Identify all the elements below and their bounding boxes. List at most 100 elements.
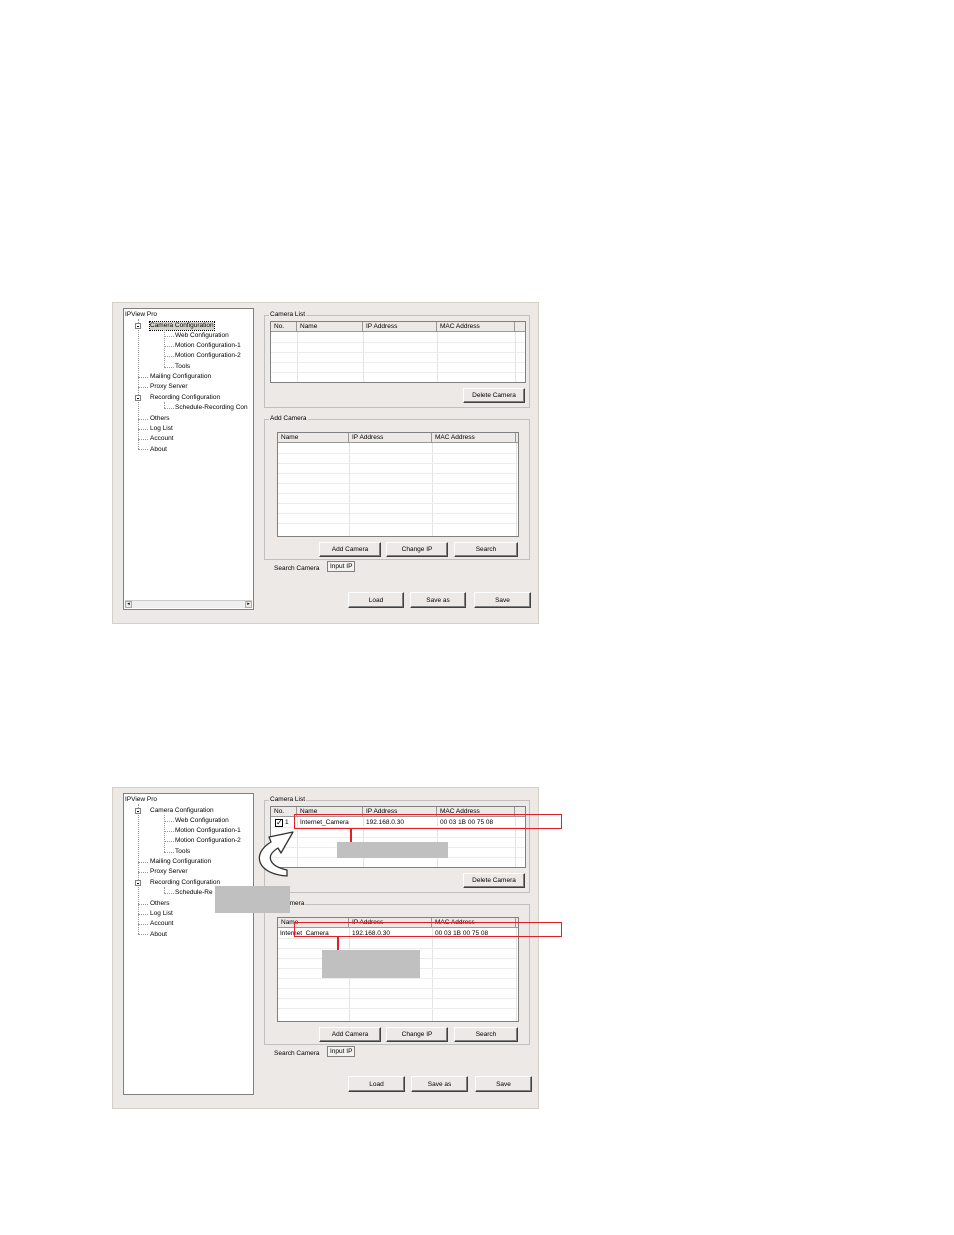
- tree-line: [138, 872, 148, 873]
- row-divider: [278, 948, 518, 949]
- tree-item-motion-configuration-2[interactable]: Motion Configuration-2: [175, 352, 241, 360]
- row-divider: [278, 978, 518, 979]
- column-header-name[interactable]: Name: [278, 433, 349, 443]
- collapse-icon[interactable]: [135, 808, 141, 814]
- row-divider: [278, 1008, 518, 1009]
- config-tree[interactable]: IPView Pro Camera Configuration Web Conf…: [123, 793, 254, 1095]
- tab-input-ip[interactable]: Input IP: [327, 561, 356, 572]
- row-divider: [271, 837, 525, 838]
- tree-item-schedule-recording[interactable]: Schedule-Recording Con: [175, 404, 248, 412]
- row-divider: [278, 473, 518, 474]
- tree-item-recording-configuration[interactable]: Recording Configuration: [150, 879, 220, 887]
- camera-list-table[interactable]: No. Name IP Address MAC Address: [270, 321, 526, 383]
- row-divider: [271, 372, 525, 373]
- column-header-name[interactable]: Name: [297, 322, 363, 332]
- tree-item-log-list[interactable]: Log List: [150, 910, 173, 918]
- column-divider: [515, 332, 516, 382]
- collapse-icon[interactable]: [135, 880, 141, 886]
- column-header-filler: [516, 433, 518, 443]
- search-button[interactable]: Search: [454, 542, 518, 557]
- callout-leader: [337, 937, 339, 950]
- save-button[interactable]: Save: [475, 1076, 532, 1092]
- tree-line: [138, 377, 148, 378]
- config-tree[interactable]: IPView Pro Camera Configuration Web Conf…: [123, 308, 254, 610]
- callout-box: [322, 950, 420, 978]
- column-header-ip-address[interactable]: IP Address: [349, 433, 432, 443]
- highlight-found-camera-row: [294, 922, 562, 937]
- save-as-button[interactable]: Save as: [410, 592, 466, 608]
- tab-search-camera[interactable]: Search Camera: [274, 1049, 320, 1058]
- tree-item-camera-configuration[interactable]: Camera Configuration: [150, 807, 214, 815]
- tree-item-proxy-server[interactable]: Proxy Server: [150, 383, 188, 391]
- add-camera-group: Add Camera Name IP Address MAC Address A…: [264, 415, 530, 560]
- tree-item-account[interactable]: Account: [150, 920, 174, 928]
- row-divider: [278, 998, 518, 999]
- row-divider: [278, 483, 518, 484]
- tree-item-web-configuration[interactable]: Web Configuration: [175, 332, 229, 340]
- callout-box: [337, 842, 448, 858]
- tree-item-others[interactable]: Others: [150, 900, 170, 908]
- screenshot-camera-config-added: IPView Pro Camera Configuration Web Conf…: [112, 787, 539, 1109]
- tree-item-motion-configuration-1[interactable]: Motion Configuration-1: [175, 827, 241, 835]
- tab-search-camera[interactable]: Search Camera: [274, 564, 320, 573]
- tree-line: [164, 336, 174, 337]
- row-divider: [278, 938, 518, 939]
- delete-camera-button[interactable]: Delete Camera: [463, 388, 525, 403]
- tree-item-mailing-configuration[interactable]: Mailing Configuration: [150, 373, 211, 381]
- column-divider: [297, 332, 298, 382]
- tree-item-proxy-server[interactable]: Proxy Server: [150, 868, 188, 876]
- row-divider: [271, 362, 525, 363]
- add-camera-table[interactable]: Name IP Address MAC Address: [277, 432, 519, 537]
- tree-item-motion-configuration-2[interactable]: Motion Configuration-2: [175, 837, 241, 845]
- row-divider: [278, 513, 518, 514]
- tree-item-account[interactable]: Account: [150, 435, 174, 443]
- collapse-icon[interactable]: [135, 395, 141, 401]
- tree-root[interactable]: IPView Pro: [125, 796, 157, 804]
- column-header-filler: [515, 322, 525, 332]
- tree-item-web-configuration[interactable]: Web Configuration: [175, 817, 229, 825]
- tree-item-log-list[interactable]: Log List: [150, 425, 173, 433]
- tree-item-mailing-configuration[interactable]: Mailing Configuration: [150, 858, 211, 866]
- search-button[interactable]: Search: [454, 1027, 518, 1042]
- save-as-button[interactable]: Save as: [411, 1076, 468, 1092]
- scroll-right-icon[interactable]: ▸: [245, 601, 252, 608]
- collapse-icon[interactable]: [135, 323, 141, 329]
- tree-item-about[interactable]: About: [150, 446, 167, 454]
- column-header-mac-address[interactable]: MAC Address: [437, 322, 515, 332]
- change-ip-button[interactable]: Change IP: [386, 542, 448, 557]
- column-header-mac-address[interactable]: MAC Address: [432, 433, 516, 443]
- row-divider: [278, 523, 518, 524]
- add-camera-button[interactable]: Add Camera: [319, 1027, 381, 1042]
- column-header-ip-address[interactable]: IP Address: [363, 322, 437, 332]
- screenshot-camera-config-empty: IPView Pro Camera Configuration Web Conf…: [112, 302, 539, 624]
- horizontal-scrollbar[interactable]: ◂ ▸: [125, 600, 252, 608]
- camera-list-title: Camera List: [269, 311, 307, 319]
- tree-line: [164, 893, 174, 894]
- tree-item-motion-configuration-1[interactable]: Motion Configuration-1: [175, 342, 241, 350]
- tree-line: [164, 356, 174, 357]
- change-ip-button[interactable]: Change IP: [386, 1027, 448, 1042]
- tree-line: [164, 831, 174, 832]
- add-camera-button[interactable]: Add Camera: [319, 542, 381, 557]
- camera-list-group: Camera List No. Name IP Address MAC Addr…: [264, 311, 530, 408]
- tree-item-about[interactable]: About: [150, 931, 167, 939]
- tree-item-tools[interactable]: Tools: [175, 848, 190, 856]
- tree-root[interactable]: IPView Pro: [125, 311, 157, 319]
- tree-item-schedule-recording[interactable]: Schedule-Re: [175, 889, 213, 897]
- column-header-no[interactable]: No.: [271, 322, 297, 332]
- tree-line: [138, 914, 148, 915]
- row-divider: [278, 988, 518, 989]
- tree-item-others[interactable]: Others: [150, 415, 170, 423]
- tree-item-camera-configuration[interactable]: Camera Configuration: [149, 321, 215, 331]
- load-button[interactable]: Load: [348, 1076, 405, 1092]
- load-button[interactable]: Load: [348, 592, 404, 608]
- scroll-left-icon[interactable]: ◂: [125, 601, 132, 608]
- row-divider: [278, 503, 518, 504]
- delete-camera-button[interactable]: Delete Camera: [463, 873, 525, 888]
- tab-input-ip[interactable]: Input IP: [327, 1046, 356, 1057]
- tree-item-tools[interactable]: Tools: [175, 363, 190, 371]
- tree-item-recording-configuration[interactable]: Recording Configuration: [150, 394, 220, 402]
- row-divider: [278, 463, 518, 464]
- row-divider: [278, 453, 518, 454]
- save-button[interactable]: Save: [474, 592, 531, 608]
